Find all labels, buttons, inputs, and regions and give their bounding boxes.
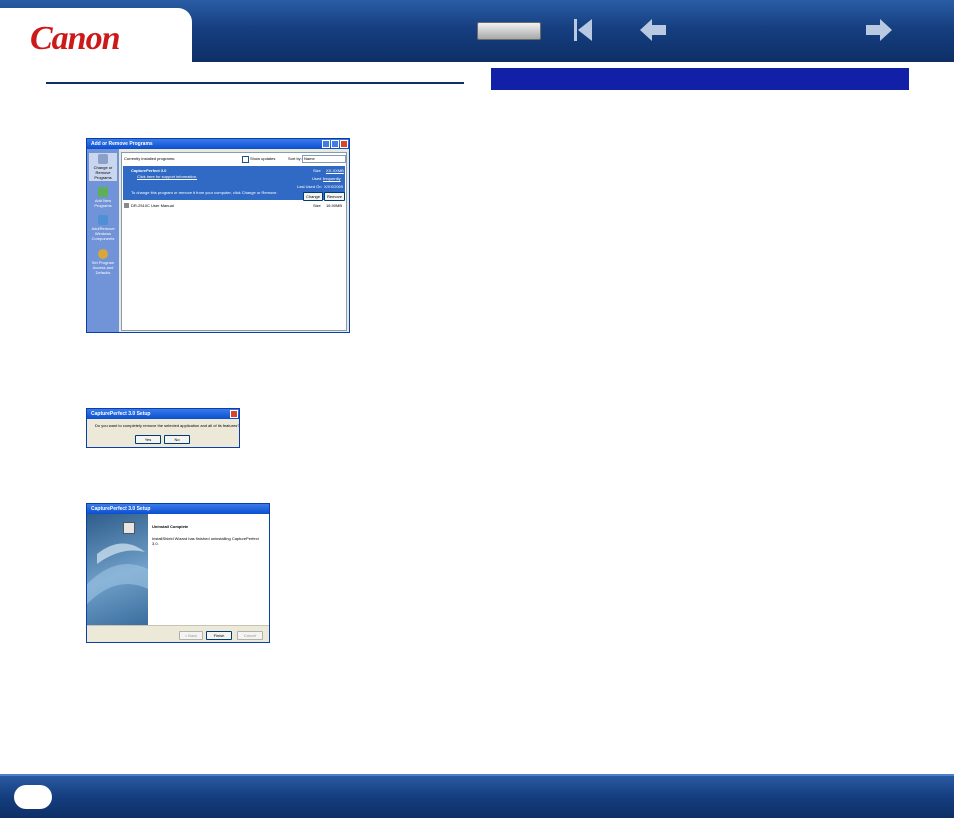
page-number-pill	[14, 785, 52, 809]
sidebar-item-label: Add New Programs	[94, 198, 112, 208]
first-page-icon[interactable]	[570, 14, 596, 46]
dialog-title: CapturePerfect 3.0 Setup	[87, 409, 239, 419]
remove-confirm-dialog: CapturePerfect 3.0 Setup Do you want to …	[86, 408, 240, 448]
program-row[interactable]: DR-2510C User Manual Size 16.90MB	[123, 202, 345, 209]
size-value: XX.XXMB	[326, 168, 344, 173]
section-title-bar	[491, 68, 909, 90]
yes-button[interactable]: Yes	[135, 435, 161, 444]
confirm-question: Do you want to completely remove the sel…	[95, 423, 240, 428]
show-updates-checkbox[interactable]	[242, 156, 249, 163]
size-label: Size	[313, 168, 321, 173]
sort-by-value: Name	[304, 156, 315, 161]
last-used-value: X/XX/2009	[324, 184, 344, 189]
forward-arrow-icon[interactable]	[862, 14, 894, 46]
size-label: Size	[313, 203, 321, 208]
section-divider	[46, 82, 464, 84]
sidebar: Change or Remove Programs Add New Progra…	[87, 149, 119, 332]
used-value: frequently	[323, 176, 341, 181]
add-remove-programs-window: Add or Remove Programs Change or Remove …	[86, 138, 350, 333]
sort-by-select[interactable]: Name	[302, 155, 346, 163]
close-icon[interactable]	[340, 140, 348, 148]
last-used-label: Last Used On	[297, 184, 322, 189]
canon-logo: Canon	[30, 20, 120, 57]
computer-icon	[123, 522, 135, 534]
manual-icon	[124, 203, 129, 208]
uninstall-message: InstallShield Wizard has finished uninst…	[152, 536, 259, 546]
sidebar-item-windows-components[interactable]: Add/Remove Windows Components	[89, 215, 117, 241]
change-remove-instruction: To change this program or remove it from…	[131, 190, 278, 195]
wizard-artwork	[87, 514, 148, 625]
back-button[interactable]: < Back	[179, 631, 203, 640]
window-title: Add or Remove Programs	[87, 139, 349, 149]
finish-button[interactable]: Finish	[206, 631, 232, 640]
maximize-icon[interactable]	[331, 140, 339, 148]
program-name: CapturePerfect 3.0	[131, 168, 167, 173]
uninstall-heading: Uninstall Complete	[152, 524, 189, 529]
currently-installed-label: Currently installed programs:	[124, 156, 176, 161]
sidebar-item-add-new[interactable]: Add New Programs	[89, 187, 117, 208]
remove-button[interactable]: Remove	[324, 192, 345, 201]
programs-list: Currently installed programs: Show updat…	[121, 152, 347, 331]
minimize-icon[interactable]	[322, 140, 330, 148]
uninstall-complete-window: CapturePerfect 3.0 Setup Uninstall Compl…	[86, 503, 270, 643]
sidebar-item-label: Change or Remove Programs	[93, 165, 113, 180]
sidebar-item-label: Add/Remove Windows Components	[91, 226, 115, 241]
footer-highlight	[0, 774, 954, 776]
support-info-link[interactable]: Click here for support information.	[137, 174, 197, 179]
sort-by-label: Sort by:	[288, 156, 302, 161]
footer-bar	[0, 774, 954, 818]
sidebar-item-program-access[interactable]: Set Program Access and Defaults	[89, 249, 117, 275]
change-remove-programs-icon	[98, 154, 108, 164]
window-controls	[322, 140, 348, 148]
change-button[interactable]: Change	[303, 192, 323, 201]
window-controls	[230, 410, 238, 418]
program-name: DR-2510C User Manual	[131, 203, 174, 208]
show-updates-label: Show updates	[250, 156, 276, 161]
window-title: CapturePerfect 3.0 Setup	[87, 504, 269, 514]
add-new-programs-icon	[98, 187, 108, 197]
windows-components-icon	[98, 215, 108, 225]
selected-program-row[interactable]: CapturePerfect 3.0 Click here for suppor…	[123, 166, 345, 201]
contents-button[interactable]	[477, 22, 541, 40]
wizard-footer: < Back Finish Cancel	[87, 625, 269, 642]
no-button[interactable]: No	[164, 435, 190, 444]
sidebar-item-label: Set Program Access and Defaults	[91, 260, 115, 275]
back-arrow-icon[interactable]	[638, 14, 670, 46]
logo-tab: Canon	[0, 8, 192, 62]
close-icon[interactable]	[230, 410, 238, 418]
wizard-content: Uninstall Complete InstallShield Wizard …	[123, 514, 269, 625]
size-value: 16.90MB	[326, 203, 343, 208]
sidebar-item-change-remove[interactable]: Change or Remove Programs	[89, 153, 117, 181]
cancel-button[interactable]: Cancel	[237, 631, 263, 640]
used-label: Used	[312, 176, 322, 181]
wizard-swoosh-icon	[87, 543, 148, 604]
program-access-icon	[98, 249, 108, 259]
